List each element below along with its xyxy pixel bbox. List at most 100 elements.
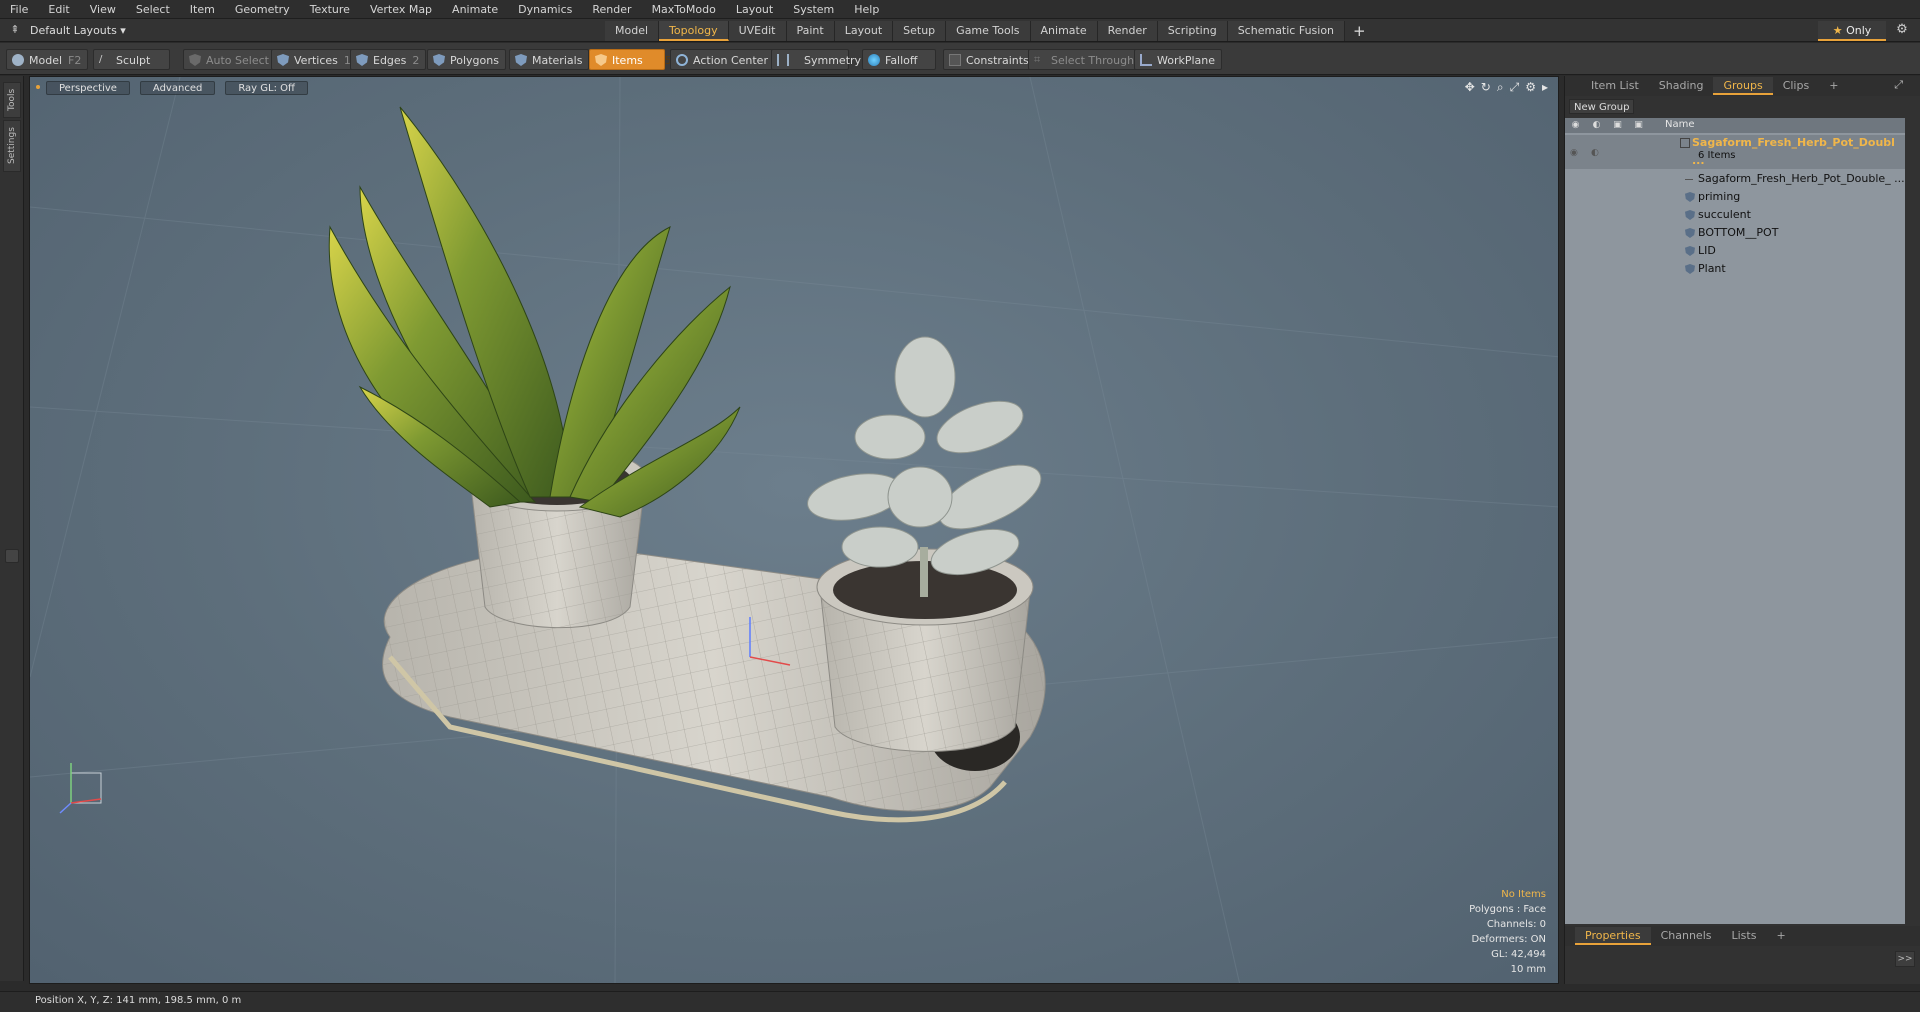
action-center-button[interactable]: Action Center (670, 49, 775, 70)
strip-toggle-icon[interactable] (5, 549, 19, 563)
tab-uvedit[interactable]: UVEdit (728, 21, 787, 41)
gear-icon[interactable]: ⚙ (1894, 22, 1910, 38)
workplane-button[interactable]: WorkPlane (1134, 49, 1223, 70)
toolbar: Model F2 / Sculpt Auto Select Vertices 1 E… (0, 43, 1920, 75)
render-col-icon[interactable]: ◐ (1591, 120, 1602, 131)
lock-col-icon[interactable]: ▣ (1612, 120, 1623, 131)
shading-advanced-button[interactable]: Advanced (139, 81, 216, 95)
model-button[interactable]: Model F2 (6, 49, 89, 70)
constraints-button[interactable]: Constraints (943, 49, 1036, 70)
sculpt-label: Sculpt (116, 54, 151, 67)
zoom-icon[interactable]: ⌕ (1497, 80, 1504, 95)
tools-tab[interactable]: Tools (3, 82, 21, 118)
menu-file[interactable]: File (0, 0, 38, 19)
tab-shading[interactable]: Shading (1649, 77, 1714, 95)
view-perspective-button[interactable]: Perspective (46, 81, 130, 95)
menu-vertex-map[interactable]: Vertex Map (360, 0, 442, 19)
menu-edit[interactable]: Edit (38, 0, 79, 19)
menu-maxtomodo[interactable]: MaxToModo (642, 0, 726, 19)
menu-select[interactable]: Select (126, 0, 180, 19)
stat-items: No Items (1501, 889, 1546, 900)
vertices-icon (277, 54, 289, 66)
items-button[interactable]: Items 5 (589, 49, 672, 70)
group-item-row[interactable]: priming (1565, 188, 1905, 206)
layout-tabs: Model Topology UVEdit Paint Layout Setup… (605, 21, 1374, 41)
add-panel-tab-icon[interactable]: + (1819, 77, 1848, 95)
group-visibility-icon[interactable]: ◉ (1570, 144, 1578, 162)
tab-setup[interactable]: Setup (893, 21, 947, 41)
tab-model[interactable]: Model (605, 21, 660, 41)
menu-item[interactable]: Item (180, 0, 225, 19)
group-item-row[interactable]: Sagaform_Fresh_Herb_Pot_Double_ ... (1565, 170, 1905, 188)
layout-selector[interactable]: Default Layouts ▾ (30, 22, 126, 39)
menu-layout[interactable]: Layout (726, 0, 783, 19)
tab-render[interactable]: Render (1097, 21, 1158, 41)
edges-icon (356, 54, 368, 66)
tab-properties[interactable]: Properties (1575, 927, 1651, 945)
layout-expand-icon[interactable]: ⇞ (8, 23, 22, 37)
only-button[interactable]: ★ Only (1818, 21, 1886, 41)
play-icon[interactable]: ▸ (1542, 80, 1548, 95)
maximize-icon[interactable]: ⤢ (1510, 80, 1520, 95)
rotate-icon[interactable]: ↻ (1481, 80, 1491, 95)
menu-dynamics[interactable]: Dynamics (508, 0, 582, 19)
select-col-icon[interactable]: ▣ (1633, 120, 1644, 131)
tab-item-list[interactable]: Item List (1581, 77, 1649, 95)
tab-scripting[interactable]: Scripting (1157, 21, 1228, 41)
group-item-row[interactable]: LID (1565, 242, 1905, 260)
viewport-header: Perspective Advanced Ray GL: Off (36, 81, 308, 97)
falloff-button[interactable]: Falloff (862, 49, 936, 70)
group-item-row[interactable]: Plant (1565, 260, 1905, 278)
mesh-icon (1685, 246, 1695, 256)
3d-viewport[interactable]: Perspective Advanced Ray GL: Off ✥ ↻ ⌕ ⤢… (29, 76, 1559, 984)
menu-geometry[interactable]: Geometry (225, 0, 300, 19)
add-tab-icon[interactable]: + (1345, 21, 1374, 41)
materials-button[interactable]: Materials (509, 49, 590, 70)
tab-game-tools[interactable]: Game Tools (946, 21, 1031, 41)
vertices-button[interactable]: Vertices 1 (271, 49, 358, 70)
menu-system[interactable]: System (783, 0, 844, 19)
polygons-button[interactable]: Polygons (427, 49, 506, 70)
group-folder-icon (1680, 138, 1690, 148)
group-row[interactable]: ◉ ◐ Sagaform_Fresh_Herb_Pot_Doubl ... 6 … (1565, 135, 1905, 169)
menu-animate[interactable]: Animate (442, 0, 508, 19)
falloff-icon (868, 54, 880, 66)
group-item-row[interactable]: succulent (1565, 206, 1905, 224)
tab-groups[interactable]: Groups (1713, 77, 1773, 95)
auto-select-button[interactable]: Auto Select (183, 49, 276, 70)
sculpt-button[interactable]: / Sculpt (93, 49, 170, 70)
group-render-icon[interactable]: ◐ (1591, 144, 1599, 162)
menu-render[interactable]: Render (582, 0, 641, 19)
select-through-label: Select Through (1051, 54, 1135, 67)
position-readout: Position X, Y, Z: 141 mm, 198.5 mm, 0 m (35, 995, 242, 1006)
mesh-icon (1685, 264, 1695, 274)
tab-topology[interactable]: Topology (659, 21, 729, 41)
name-column-header[interactable]: Name (1665, 119, 1695, 130)
group-item-row[interactable]: BOTTOM__POT (1565, 224, 1905, 242)
viewport-gear-icon[interactable]: ⚙ (1525, 80, 1536, 95)
edges-button[interactable]: Edges 2 (350, 49, 427, 70)
raygl-button[interactable]: Ray GL: Off (225, 81, 308, 95)
tab-lists[interactable]: Lists (1722, 927, 1767, 945)
visibility-col-icon[interactable]: ◉ (1570, 120, 1581, 131)
menu-help[interactable]: Help (844, 0, 889, 19)
tab-channels[interactable]: Channels (1651, 927, 1722, 945)
tab-paint[interactable]: Paint (786, 21, 835, 41)
menu-view[interactable]: View (80, 0, 126, 19)
select-through-button[interactable]: ⌗ Select Through (1028, 49, 1142, 70)
menu-texture[interactable]: Texture (300, 0, 360, 19)
list-header: ◉ ◐ ▣ ▣ Name (1565, 118, 1905, 133)
panel-maximize-icon[interactable]: ⤢ (1894, 78, 1903, 92)
pan-icon[interactable]: ✥ (1465, 80, 1475, 95)
expand-button[interactable]: >> (1895, 951, 1915, 967)
tab-layout[interactable]: Layout (834, 21, 894, 41)
polygons-icon (433, 54, 445, 66)
stat-unit: 10 mm (1510, 964, 1546, 975)
settings-tab[interactable]: Settings (3, 120, 21, 172)
new-group-button[interactable]: New Group (1569, 99, 1635, 114)
tab-clips[interactable]: Clips (1773, 77, 1820, 95)
tab-schematic-fusion[interactable]: Schematic Fusion (1227, 21, 1346, 41)
symmetry-button[interactable]: Symmetry (771, 49, 861, 70)
add-bottom-tab-icon[interactable]: + (1766, 927, 1795, 945)
tab-animate[interactable]: Animate (1030, 21, 1098, 41)
